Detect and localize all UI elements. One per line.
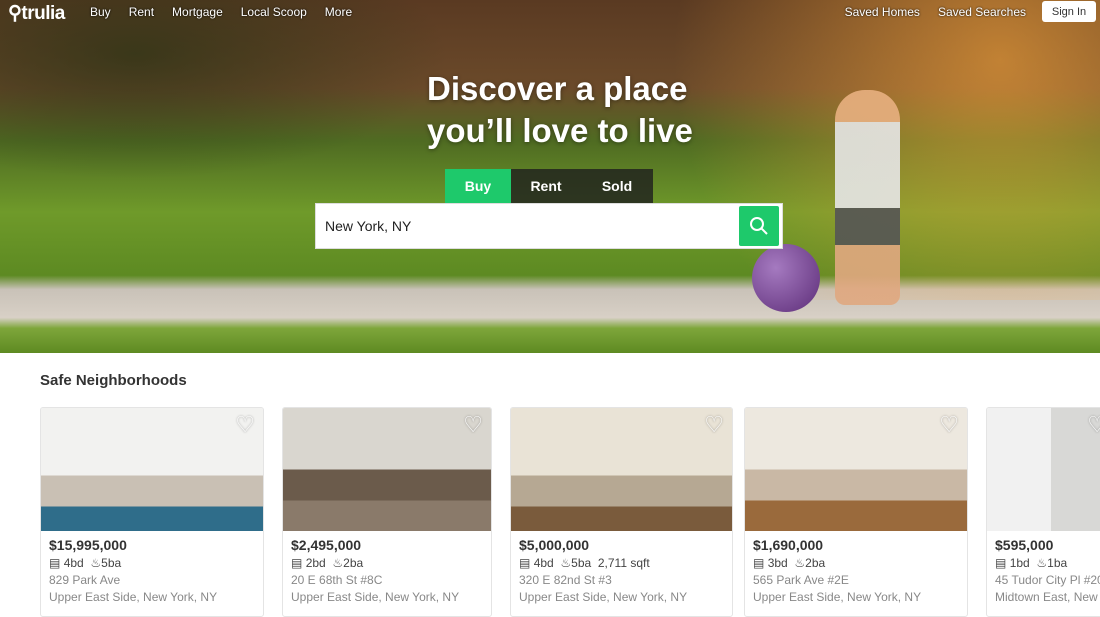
listing-price: $1,690,000 <box>753 537 824 553</box>
beds: 1bd <box>1009 556 1030 570</box>
baths: 2ba <box>805 556 826 570</box>
listing-card[interactable]: ♡ $15,995,000 ▤ 4bd ♨5ba 829 Park Ave Up… <box>40 407 264 617</box>
hero-image-tree <box>0 0 450 180</box>
listing-specs: ▤ 2bd ♨2ba <box>291 556 367 570</box>
hero-headline: Discover a place you’ll love to live <box>427 68 693 152</box>
search-button[interactable] <box>739 206 779 246</box>
section-title: Safe Neighborhoods <box>40 372 187 389</box>
listing-address: 320 E 82nd St #3 <box>519 573 612 587</box>
hero-image-child <box>835 90 900 305</box>
heart-save-icon[interactable]: ♡ <box>704 414 724 436</box>
nav-more[interactable]: More <box>325 5 352 19</box>
heart-save-icon[interactable]: ♡ <box>939 414 959 436</box>
search-icon <box>750 217 768 235</box>
bath-icon: ♨ <box>794 556 806 570</box>
listing-specs: ▤ 4bd ♨5ba <box>49 556 125 570</box>
search-bar <box>315 203 783 249</box>
listing-price: $595,000 <box>995 537 1054 553</box>
nav-saved-searches[interactable]: Saved Searches <box>938 5 1026 19</box>
beds: 4bd <box>533 556 554 570</box>
trulia-logo[interactable]: ⚲trulia <box>8 2 65 25</box>
listing-price: $2,495,000 <box>291 537 362 553</box>
listing-card[interactable]: ♡ $2,495,000 ▤ 2bd ♨2ba 20 E 68th St #8C… <box>282 407 492 617</box>
beds: 4bd <box>63 556 84 570</box>
listing-photo[interactable]: ♡ <box>511 408 732 531</box>
bed-icon: ▤ <box>519 556 531 570</box>
listing-card[interactable]: ♡ $1,690,000 ▤ 3bd ♨2ba 565 Park Ave #2E… <box>744 407 968 617</box>
listing-address: 20 E 68th St #8C <box>291 573 383 587</box>
listing-address: 565 Park Ave #2E <box>753 573 849 587</box>
tab-sold[interactable]: Sold <box>581 169 653 203</box>
nav-mortgage[interactable]: Mortgage <box>172 5 223 19</box>
bed-icon: ▤ <box>753 556 765 570</box>
listing-address: 45 Tudor City Pl #207 <box>995 573 1100 587</box>
listing-price: $5,000,000 <box>519 537 590 553</box>
search-type-tabs: Buy Rent Sold <box>445 169 653 203</box>
hero-image-ball <box>752 244 820 312</box>
listing-specs: ▤ 4bd ♨5ba 2,711 sqft <box>519 556 650 570</box>
listing-neighborhood: Midtown East, New York, NY <box>995 590 1100 604</box>
nav-local-scoop[interactable]: Local Scoop <box>241 5 307 19</box>
bed-icon: ▤ <box>291 556 303 570</box>
heart-save-icon[interactable]: ♡ <box>235 414 255 436</box>
listing-price: $15,995,000 <box>49 537 127 553</box>
location-search-input[interactable] <box>325 218 739 234</box>
bed-icon: ▤ <box>995 556 1007 570</box>
beds: 3bd <box>767 556 788 570</box>
listing-specs: ▤ 3bd ♨2ba <box>753 556 829 570</box>
beds: 2bd <box>305 556 326 570</box>
heart-save-icon[interactable]: ♡ <box>463 414 483 436</box>
baths: 2ba <box>343 556 364 570</box>
heart-save-icon[interactable]: ♡ <box>1087 414 1100 436</box>
headline-line-1: Discover a place <box>427 70 688 107</box>
baths: 5ba <box>571 556 592 570</box>
listing-neighborhood: Upper East Side, New York, NY <box>49 590 218 604</box>
bath-icon: ♨ <box>560 556 572 570</box>
nav-buy[interactable]: Buy <box>90 5 111 19</box>
bath-icon: ♨ <box>1036 556 1048 570</box>
sign-in-button[interactable]: Sign In <box>1042 1 1096 22</box>
tab-buy[interactable]: Buy <box>445 169 511 203</box>
baths: 1ba <box>1047 556 1068 570</box>
location-pin-icon: ⚲ <box>8 3 22 24</box>
listing-photo[interactable]: ♡ <box>41 408 263 531</box>
listing-photo[interactable]: ♡ <box>283 408 491 531</box>
listing-neighborhood: Upper East Side, New York, NY <box>291 590 460 604</box>
nav-saved-homes[interactable]: Saved Homes <box>845 5 920 19</box>
listing-card[interactable]: ♡ $595,000 ▤ 1bd ♨1ba 45 Tudor City Pl #… <box>986 407 1100 617</box>
tab-rent[interactable]: Rent <box>511 169 581 203</box>
bath-icon: ♨ <box>90 556 102 570</box>
top-nav: ⚲trulia Buy Rent Mortgage Local Scoop Mo… <box>0 0 1100 24</box>
sqft: 2,711 sqft <box>597 556 650 570</box>
nav-rent[interactable]: Rent <box>129 5 154 19</box>
listing-neighborhood: Upper East Side, New York, NY <box>519 590 688 604</box>
listing-address: 829 Park Ave <box>49 573 121 587</box>
bath-icon: ♨ <box>332 556 344 570</box>
listing-card[interactable]: ♡ $5,000,000 ▤ 4bd ♨5ba 2,711 sqft 320 E… <box>510 407 733 617</box>
headline-line-2: you’ll love to live <box>427 112 693 149</box>
bed-icon: ▤ <box>49 556 61 570</box>
listing-photo[interactable]: ♡ <box>987 408 1100 531</box>
listing-specs: ▤ 1bd ♨1ba <box>995 556 1071 570</box>
listing-neighborhood: Upper East Side, New York, NY <box>753 590 922 604</box>
listing-photo[interactable]: ♡ <box>745 408 967 531</box>
baths: 5ba <box>101 556 122 570</box>
